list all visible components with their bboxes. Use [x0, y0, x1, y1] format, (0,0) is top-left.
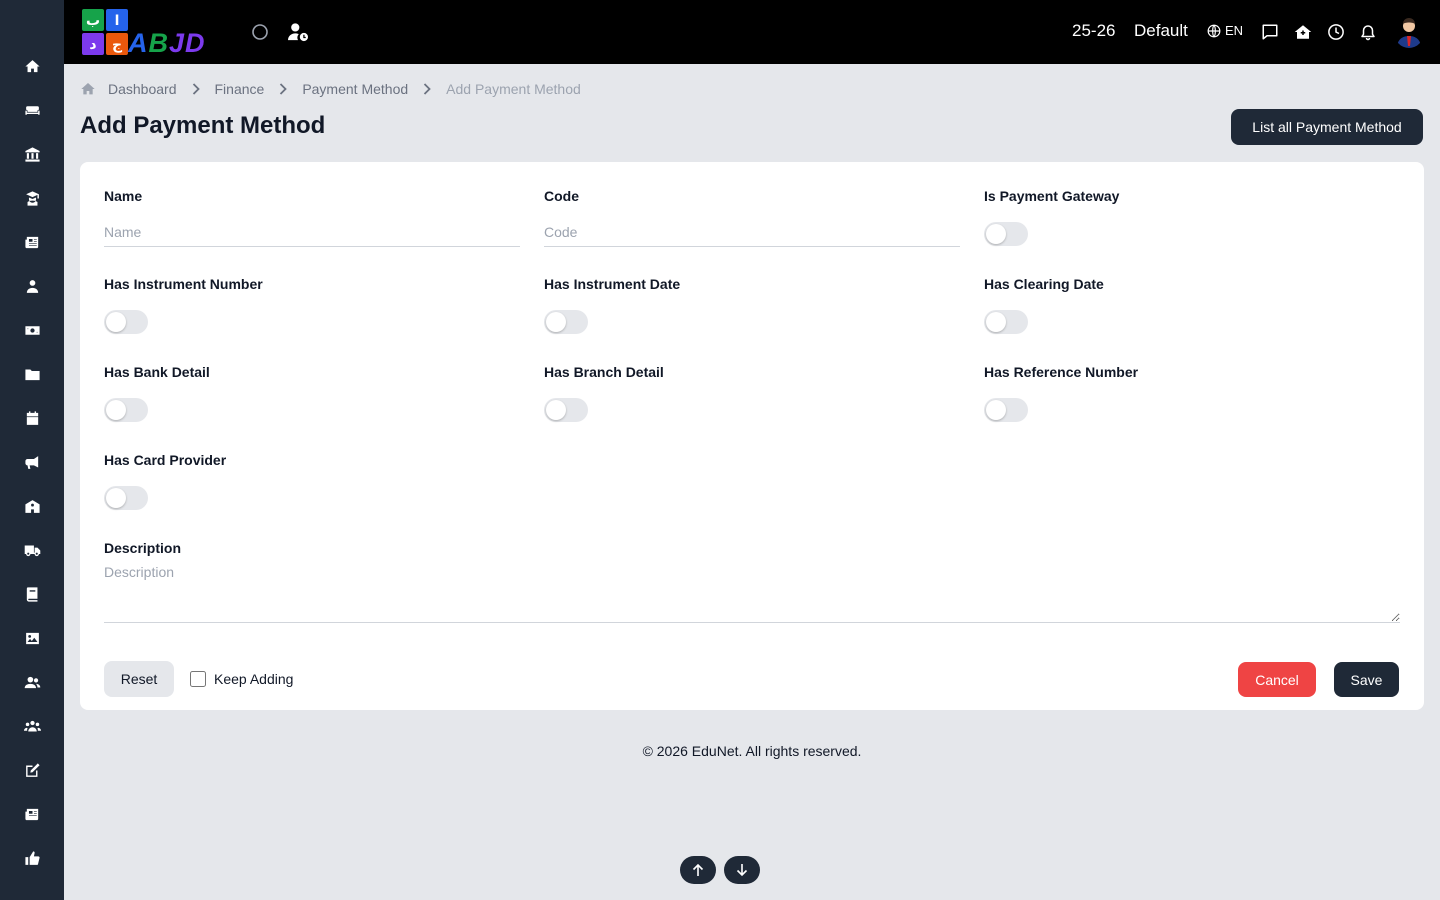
thumbs-up-icon[interactable] [22, 848, 42, 868]
sofa-icon[interactable] [22, 100, 42, 120]
has-branch-detail-label: Has Branch Detail [544, 364, 664, 380]
scroll-down-button[interactable] [724, 856, 760, 884]
chevron-right-icon [279, 83, 288, 95]
breadcrumb-dashboard[interactable]: Dashboard [108, 81, 177, 97]
institution-icon[interactable] [22, 144, 42, 164]
globe-icon [1207, 24, 1221, 37]
abjd-logo[interactable]: ب ا د ج ABJD [80, 8, 226, 58]
reset-button[interactable]: Reset [104, 661, 174, 697]
truck-icon[interactable] [22, 540, 42, 560]
has-bank-detail-toggle[interactable] [104, 398, 148, 422]
language-selector[interactable]: EN [1207, 23, 1243, 38]
sidebar [0, 0, 64, 900]
money-icon[interactable] [22, 320, 42, 340]
list-all-payment-method-button[interactable]: List all Payment Method [1231, 109, 1423, 145]
is-payment-gateway-toggle[interactable] [984, 222, 1028, 246]
teacher-icon[interactable] [22, 276, 42, 296]
scroll-up-button[interactable] [680, 856, 716, 884]
code-input[interactable] [544, 218, 960, 247]
has-reference-number-label: Has Reference Number [984, 364, 1139, 380]
keep-adding-label: Keep Adding [214, 671, 294, 687]
image-icon[interactable] [22, 628, 42, 648]
code-label: Code [544, 188, 579, 204]
name-input[interactable] [104, 218, 520, 247]
home-alt-icon[interactable] [1293, 22, 1313, 42]
payment-method-form: Name Code Is Payment Gateway Has Instrum… [80, 162, 1424, 710]
chevron-right-icon [423, 83, 431, 95]
has-instrument-date-toggle[interactable] [544, 310, 588, 334]
edit-icon[interactable] [22, 760, 42, 780]
is-payment-gateway-label: Is Payment Gateway [984, 188, 1120, 204]
has-branch-detail-toggle[interactable] [544, 398, 588, 422]
graduate-icon[interactable] [22, 188, 42, 208]
logo-tile: ا [106, 9, 128, 31]
home-icon[interactable] [80, 81, 96, 97]
logo-tile: ب [82, 9, 104, 31]
has-instrument-date-label: Has Instrument Date [544, 276, 681, 292]
breadcrumb: Dashboard Finance Payment Method Add Pay… [80, 81, 581, 97]
footer-copyright: © 2026 EduNet. All rights reserved. [642, 743, 862, 759]
folder-icon[interactable] [22, 364, 42, 384]
book-icon[interactable] [22, 584, 42, 604]
newspaper-icon[interactable] [22, 232, 42, 252]
user-clock-icon[interactable] [286, 20, 310, 44]
home-icon[interactable] [22, 56, 42, 76]
cancel-button[interactable]: Cancel [1238, 662, 1316, 697]
language-label: EN [1225, 23, 1244, 38]
chevron-right-icon [192, 83, 200, 95]
description-textarea[interactable] [104, 564, 1400, 623]
group-icon[interactable] [22, 716, 42, 736]
has-instrument-number-label: Has Instrument Number [104, 276, 263, 292]
breadcrumb-finance[interactable]: Finance [215, 81, 265, 97]
description-label: Description [104, 540, 182, 556]
has-clearing-date-label: Has Clearing Date [984, 276, 1104, 292]
users-icon[interactable] [22, 672, 42, 692]
news-icon[interactable] [22, 804, 42, 824]
session-year[interactable]: 25-26 [1072, 21, 1115, 41]
logo-tile: د [82, 33, 104, 55]
arrow-up-icon [692, 863, 704, 876]
school-icon[interactable] [22, 496, 42, 516]
clock-icon[interactable] [1326, 22, 1346, 42]
has-card-provider-toggle[interactable] [104, 486, 148, 510]
arrow-down-icon [736, 864, 748, 877]
breadcrumb-payment-method[interactable]: Payment Method [302, 81, 408, 97]
has-instrument-number-toggle[interactable] [104, 310, 148, 334]
logo-word: ABJD [128, 28, 206, 58]
megaphone-icon[interactable] [22, 452, 42, 472]
chat-icon[interactable] [1260, 22, 1280, 42]
keep-adding-option[interactable]: Keep Adding [190, 671, 293, 687]
bell-icon[interactable] [1358, 22, 1378, 42]
top-bar: ب ا د ج ABJD 25-26 Default EN [64, 0, 1440, 64]
has-reference-number-toggle[interactable] [984, 398, 1028, 422]
profile-selector[interactable]: Default [1134, 21, 1188, 41]
user-avatar[interactable] [1394, 16, 1424, 48]
logo-tile: ج [106, 33, 128, 55]
save-button[interactable]: Save [1334, 662, 1399, 697]
keep-adding-checkbox[interactable] [190, 671, 206, 687]
has-clearing-date-toggle[interactable] [984, 310, 1028, 334]
page-title: Add Payment Method [80, 112, 326, 139]
has-card-provider-label: Has Card Provider [104, 452, 227, 468]
breadcrumb-current: Add Payment Method [446, 81, 581, 97]
has-bank-detail-label: Has Bank Detail [104, 364, 210, 380]
circle-icon[interactable] [248, 20, 272, 44]
name-label: Name [104, 188, 143, 204]
calendar-icon[interactable] [22, 408, 42, 428]
